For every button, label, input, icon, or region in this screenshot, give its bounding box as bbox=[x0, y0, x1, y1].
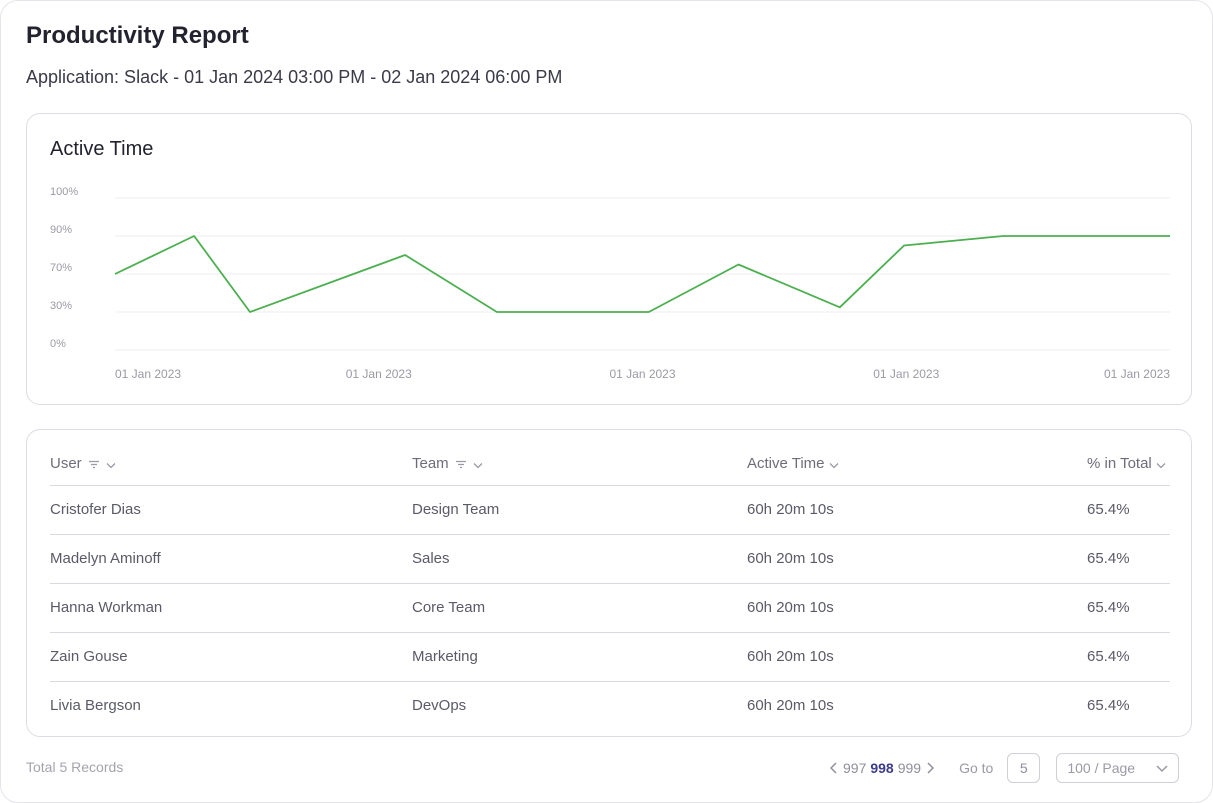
cell-team: Marketing bbox=[412, 632, 747, 682]
column-header-label: User bbox=[50, 454, 82, 472]
cell-percent-total: 65.4% bbox=[1087, 583, 1170, 633]
chevron-down-icon[interactable] bbox=[473, 456, 483, 473]
page-size-value: 100 / Page bbox=[1067, 760, 1136, 776]
cell-active-time: 60h 20m 10s bbox=[747, 534, 1087, 584]
page-number-current[interactable]: 998 bbox=[870, 760, 893, 776]
y-tick-label: 0% bbox=[50, 338, 66, 350]
table-body: Cristofer Dias Design Team 60h 20m 10s 65.4… bbox=[50, 485, 1170, 730]
report-subtitle: Application: Slack - 01 Jan 2024 03:00 P… bbox=[26, 67, 563, 87]
x-tick-label: 01 Jan 2023 bbox=[1104, 367, 1170, 381]
chevron-left-icon[interactable] bbox=[827, 753, 841, 783]
table-row[interactable]: Cristofer Dias Design Team 60h 20m 10s 65.4… bbox=[50, 485, 1170, 535]
page-number[interactable]: 997 bbox=[843, 760, 866, 776]
table-row[interactable]: Madelyn Aminoff Sales 60h 20m 10s 65.4% bbox=[50, 534, 1170, 584]
cell-percent-total: 65.4% bbox=[1087, 534, 1170, 584]
chevron-down-icon[interactable] bbox=[1156, 456, 1166, 473]
chevron-right-icon[interactable] bbox=[923, 753, 937, 783]
cell-active-time: 60h 20m 10s bbox=[747, 632, 1087, 682]
goto-page-input[interactable]: 5 bbox=[1007, 753, 1041, 783]
table-header-row: User Team Active Time % in Total bbox=[50, 443, 1170, 486]
page-title: Productivity Report bbox=[26, 22, 249, 49]
cell-user: Livia Bergson bbox=[50, 697, 141, 715]
column-header-percent-total[interactable]: % in Total bbox=[1087, 443, 1170, 486]
chevron-down-icon[interactable] bbox=[106, 456, 116, 473]
cell-active-time: 60h 20m 10s bbox=[747, 583, 1087, 633]
active-time-chart: 100% 90% 70% 30% 0% 01 Jan 2023 01 Jan 2023 01 … bbox=[50, 186, 1170, 381]
y-tick-label: 90% bbox=[50, 224, 72, 236]
total-records: Total 5 Records bbox=[26, 759, 124, 775]
x-tick-label: 01 Jan 2023 bbox=[346, 367, 412, 381]
cell-active-time: 60h 20m 10s bbox=[747, 697, 834, 715]
cell-team: Core Team bbox=[412, 583, 747, 633]
y-tick-label: 100% bbox=[50, 186, 78, 198]
cell-team: DevOps bbox=[412, 697, 467, 715]
cell-percent-total: 65.4% bbox=[1087, 697, 1130, 715]
cell-team: Design Team bbox=[412, 485, 747, 535]
column-header-label: % in Total bbox=[1087, 454, 1152, 472]
page-number[interactable]: 999 bbox=[898, 760, 921, 776]
cell-user: Zain Gouse bbox=[50, 632, 412, 682]
active-time-chart-card: Active Time 100% 90% 70% 30% 0% 01 Jan 2023 01… bbox=[26, 113, 1192, 405]
cell-percent-total: 65.4% bbox=[1087, 485, 1170, 535]
table-row[interactable]: Zain Gouse Marketing 60h 20m 10s 65.4% bbox=[50, 632, 1170, 682]
goto-label: Go to bbox=[959, 760, 994, 776]
y-tick-label: 30% bbox=[50, 300, 72, 312]
column-header-active-time[interactable]: Active Time bbox=[747, 443, 1087, 486]
cell-user: Hanna Workman bbox=[50, 583, 412, 633]
page-list: 997 998 999 bbox=[841, 760, 923, 776]
table-row[interactable]: Hanna Workman Core Team 60h 20m 10s 65.4% bbox=[50, 583, 1170, 633]
page-size-select[interactable]: 100 / Page bbox=[1056, 753, 1180, 783]
users-table: User Team Active Time % in Total Cristofer … bbox=[50, 443, 1170, 730]
column-header-team[interactable]: Team bbox=[412, 443, 747, 486]
y-tick-label: 70% bbox=[50, 262, 72, 274]
filter-icon[interactable] bbox=[88, 456, 100, 473]
filter-icon[interactable] bbox=[455, 456, 467, 473]
column-header-user[interactable]: User bbox=[50, 443, 412, 486]
cell-team: Sales bbox=[412, 534, 747, 584]
column-header-label: Active Time bbox=[747, 454, 825, 472]
column-header-label: Team bbox=[412, 454, 449, 472]
chevron-down-icon[interactable] bbox=[829, 456, 839, 473]
cell-user: Madelyn Aminoff bbox=[50, 534, 412, 584]
cell-user: Cristofer Dias bbox=[50, 485, 412, 535]
x-tick-label: 01 Jan 2023 bbox=[873, 367, 939, 381]
chevron-down-icon bbox=[1156, 760, 1168, 776]
x-tick-label: 01 Jan 2023 bbox=[115, 367, 181, 381]
users-table-card: User Team Active Time % in Total Cristofer … bbox=[26, 429, 1192, 737]
cell-percent-total: 65.4% bbox=[1087, 632, 1170, 682]
report-page: Productivity Report Application: Slack -… bbox=[0, 0, 1213, 803]
x-tick-label: 01 Jan 2023 bbox=[609, 367, 675, 381]
cell-active-time: 60h 20m 10s bbox=[747, 485, 1087, 535]
table-row[interactable]: Livia Bergson DevOps 60h 20m 10s 65.4% bbox=[50, 681, 1170, 730]
pagination: 997 998 999 Go to 5 100 / Page bbox=[827, 753, 1180, 783]
